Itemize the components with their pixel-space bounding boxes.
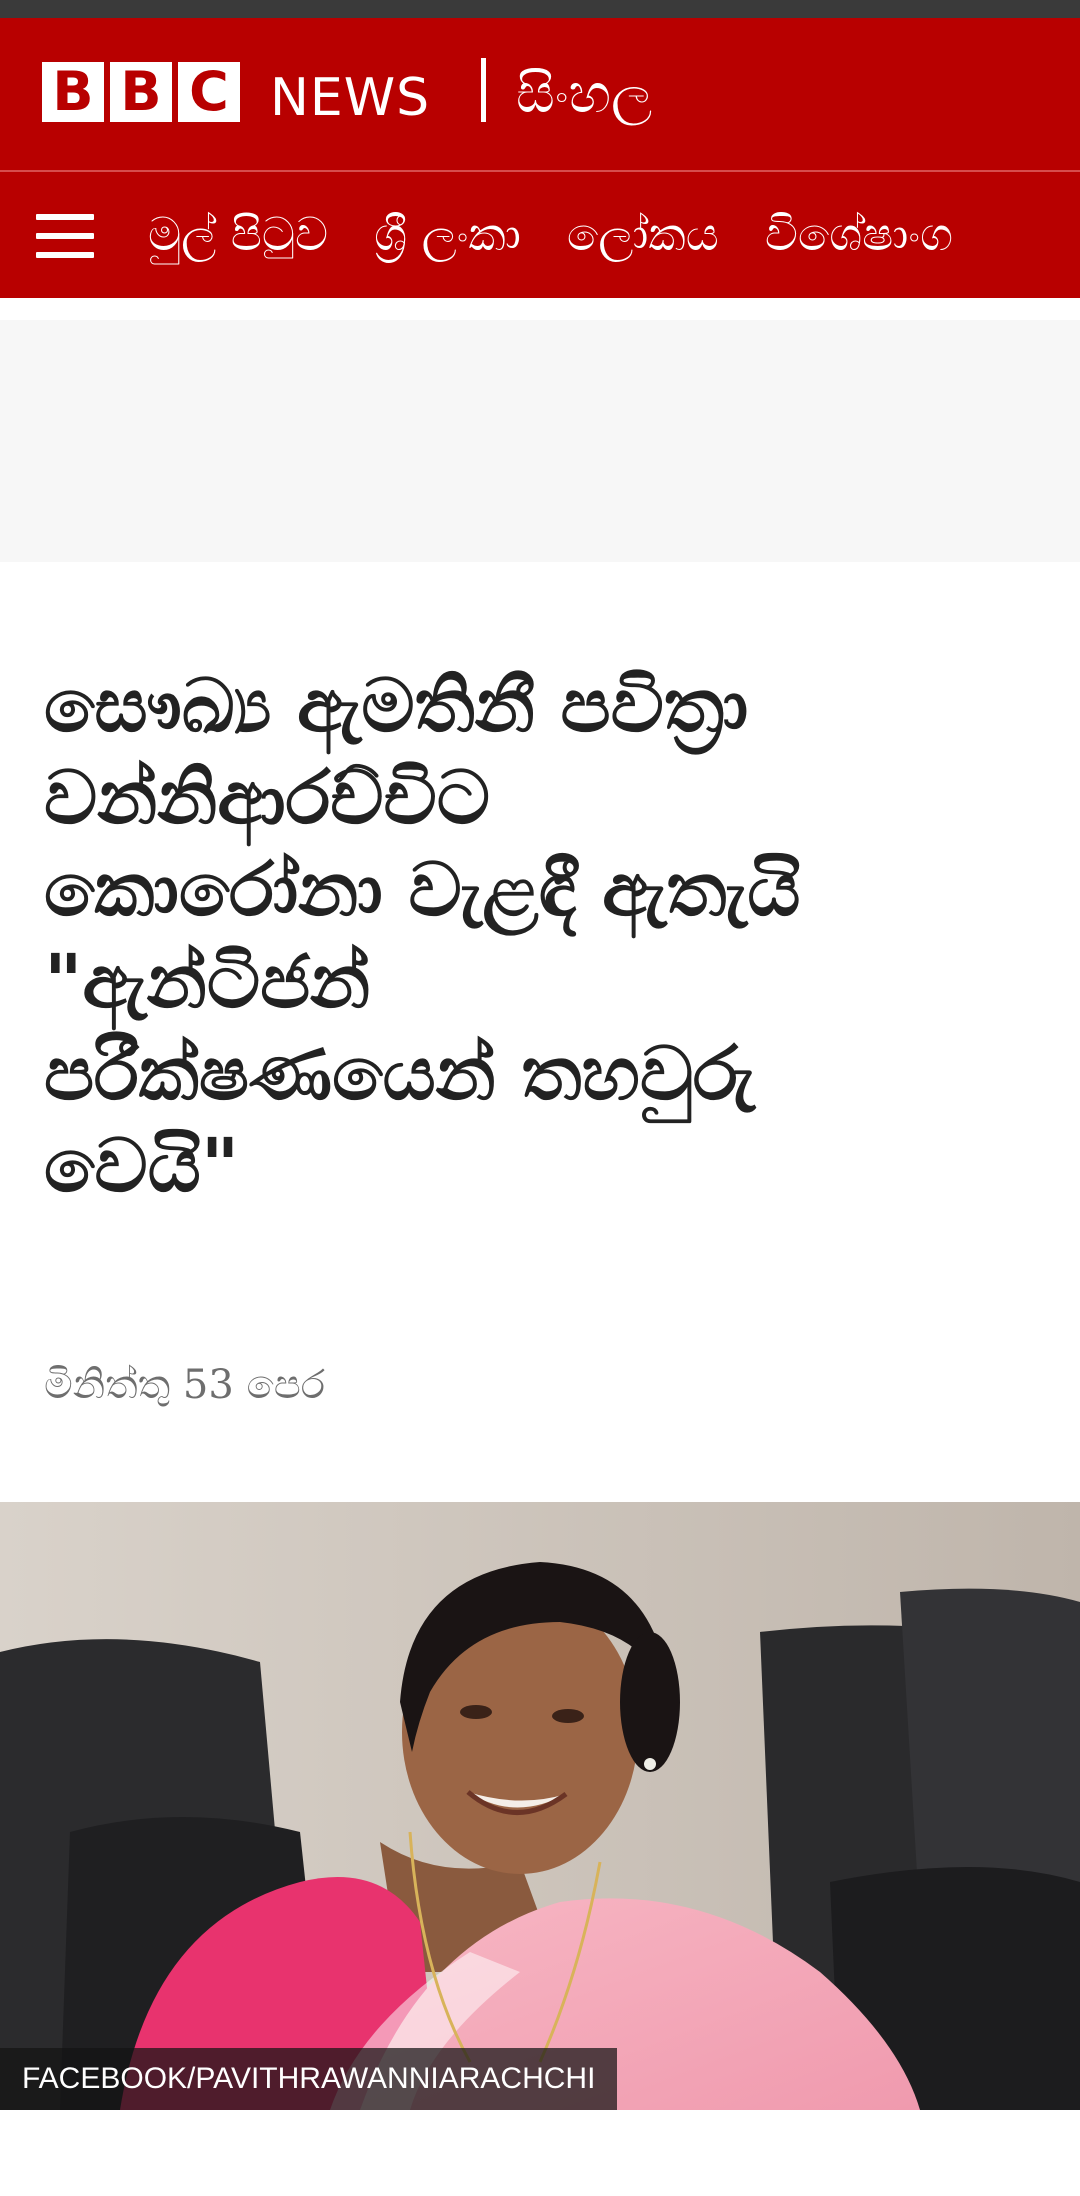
image-credit: FACEBOOK/PAVITHRAWANNIARACHCHI — [0, 2048, 618, 2110]
status-bar — [0, 0, 1080, 18]
nav-items: මුල් පිටුව ශ්‍රී ලංකා ලෝකය විශේෂාංග — [148, 172, 999, 298]
site-header: B B C NEWS සිංහල — [0, 18, 1080, 170]
hamburger-menu-icon[interactable] — [36, 214, 94, 258]
language-service-name[interactable]: සිංහල — [516, 62, 652, 126]
headline-line: වන්නිආරච්චිට — [44, 755, 490, 841]
ad-placeholder — [0, 320, 1080, 562]
bbc-logo-block-b2: B — [110, 62, 172, 122]
article-headline: සෞඛ්‍ය ඇමතිනී පවිත්‍රා වන්නිආරච්චිට කොරෝ… — [44, 660, 1034, 1212]
nav-item-features[interactable]: විශේෂාංග — [765, 207, 953, 263]
headline-line: සෞඛ්‍ය ඇමතිනී පවිත්‍රා — [44, 663, 749, 749]
headline-line: පරීක්ෂණයෙන් තහවුරු — [44, 1031, 755, 1117]
article-timestamp: මිනිත්තු 53 පෙර — [44, 1362, 326, 1408]
article-body-preview — [44, 2170, 1034, 2196]
section-navigation: මුල් පිටුව ශ්‍රී ලංකා ලෝකය විශේෂාංග — [0, 170, 1080, 298]
article-hero-image: FACEBOOK/PAVITHRAWANNIARACHCHI — [0, 1502, 1080, 2110]
headline-line: "ඇන්ටිජන් — [44, 939, 371, 1025]
headline-line: කොරෝනා වැළඳී ඇතැයි — [44, 847, 801, 933]
news-wordmark: NEWS — [270, 68, 431, 128]
bbc-logo-block-b1: B — [42, 62, 104, 122]
nav-item-world[interactable]: ලෝකය — [567, 207, 719, 263]
headline-line: වෙයි" — [44, 1123, 240, 1209]
nav-item-sri-lanka[interactable]: ශ්‍රී ලංකා — [374, 207, 521, 263]
portrait-illustration — [0, 1502, 1080, 2110]
brand-divider — [481, 58, 486, 122]
nav-item-home[interactable]: මුල් පිටුව — [148, 207, 328, 263]
nav-scroll-fade — [940, 172, 1080, 298]
bbc-logo-block-c: C — [178, 62, 240, 122]
bbc-logo[interactable]: B B C — [42, 62, 240, 122]
